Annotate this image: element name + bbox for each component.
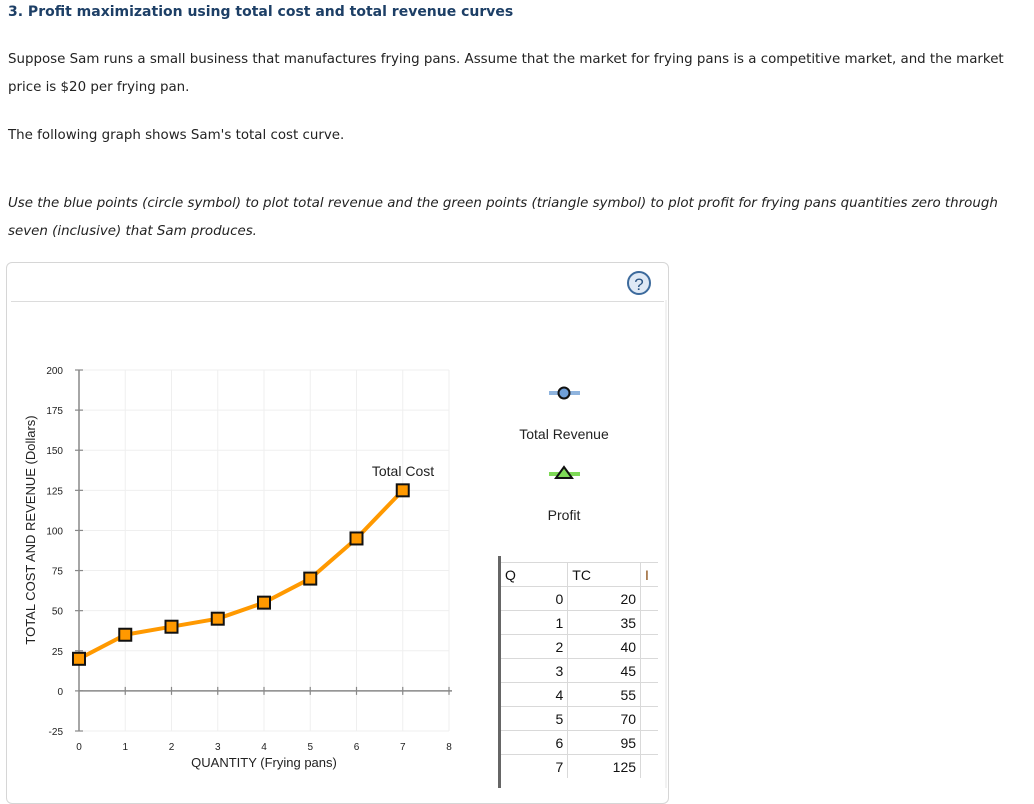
x-tick-label: 2 bbox=[169, 742, 175, 753]
cell-empty[interactable] bbox=[640, 610, 658, 635]
total-cost-point[interactable] bbox=[257, 595, 271, 610]
total-cost-point[interactable] bbox=[118, 627, 133, 642]
spreadsheet-header-row: Q TC I bbox=[501, 562, 658, 587]
cell-q[interactable]: 5 bbox=[501, 706, 569, 731]
cell-q[interactable]: 3 bbox=[501, 658, 569, 683]
cell-tc[interactable]: 95 bbox=[567, 730, 642, 755]
cell-q[interactable]: 7 bbox=[501, 754, 569, 778]
y-axis-ticks: 200 175 150 125 100 75 50 25 0 -25 bbox=[46, 366, 83, 738]
header-q[interactable]: Q bbox=[501, 562, 569, 587]
cell-q[interactable]: 1 bbox=[501, 610, 569, 635]
cell-q[interactable]: 2 bbox=[501, 634, 569, 659]
x-tick-label: 6 bbox=[354, 742, 360, 753]
cell-q[interactable]: 6 bbox=[501, 730, 569, 755]
y-tick-label: -25 bbox=[49, 727, 64, 738]
y-tick-label: 100 bbox=[46, 526, 63, 537]
total-cost-point[interactable] bbox=[164, 619, 179, 634]
profit-legend-label: Profit bbox=[548, 507, 581, 523]
spreadsheet-row: 1 35 bbox=[501, 610, 658, 635]
x-tick-label: 8 bbox=[446, 742, 452, 753]
cell-tc[interactable]: 70 bbox=[567, 706, 642, 731]
spreadsheet-row: 0 20 bbox=[501, 586, 658, 611]
y-tick-label: 125 bbox=[46, 486, 63, 497]
y-tick-label: 50 bbox=[52, 607, 64, 618]
x-axis-label: QUANTITY (Frying pans) bbox=[191, 755, 337, 770]
cell-tc[interactable]: 55 bbox=[567, 682, 642, 707]
total-cost-point[interactable] bbox=[72, 651, 86, 666]
total-revenue-tool[interactable]: Total Revenue bbox=[519, 386, 609, 443]
cell-empty[interactable] bbox=[640, 658, 658, 683]
spreadsheet-row: 4 55 bbox=[501, 682, 658, 707]
total-revenue-legend-label: Total Revenue bbox=[519, 426, 609, 442]
cell-empty[interactable] bbox=[640, 706, 658, 731]
spreadsheet-row: 6 95 bbox=[501, 730, 658, 755]
cell-tc[interactable]: 20 bbox=[567, 586, 642, 611]
profit-tool[interactable]: Profit bbox=[548, 465, 581, 523]
cell-empty[interactable] bbox=[640, 682, 658, 707]
x-tick-label: 0 bbox=[76, 742, 82, 753]
spreadsheet-row: 3 45 bbox=[501, 658, 658, 683]
total-cost-point[interactable] bbox=[349, 531, 364, 546]
y-tick-label: 0 bbox=[57, 687, 63, 698]
cell-tc[interactable]: 40 bbox=[567, 634, 642, 659]
spreadsheet-row: 7 125 bbox=[501, 754, 658, 778]
cell-empty[interactable] bbox=[640, 634, 658, 659]
cell-empty[interactable] bbox=[640, 754, 658, 778]
cell-empty[interactable] bbox=[640, 586, 658, 611]
cell-empty[interactable] bbox=[640, 730, 658, 755]
y-tick-label: 200 bbox=[46, 366, 63, 377]
cell-tc[interactable]: 125 bbox=[567, 754, 642, 778]
total-cost-point[interactable] bbox=[303, 571, 318, 586]
total-cost-point[interactable] bbox=[210, 611, 225, 626]
total-cost-curve-label: Total Cost bbox=[372, 463, 434, 479]
y-tick-label: 175 bbox=[46, 406, 63, 417]
y-tick-label: 25 bbox=[52, 647, 64, 658]
total-cost-series[interactable] bbox=[72, 483, 410, 666]
header-third-column[interactable]: I bbox=[640, 562, 658, 587]
spreadsheet-table: Q TC I 0 20 1 35 2 40 3 45 4 55 5 70 6 95 7 125 bbox=[501, 562, 658, 778]
x-tick-label: 4 bbox=[261, 742, 267, 753]
cell-q[interactable]: 4 bbox=[501, 682, 569, 707]
total-cost-point[interactable] bbox=[395, 483, 410, 498]
circle-icon bbox=[557, 386, 571, 400]
y-axis-label: TOTAL COST AND REVENUE (Dollars) bbox=[23, 415, 38, 644]
cell-tc[interactable]: 45 bbox=[567, 658, 642, 683]
header-tc[interactable]: TC bbox=[567, 562, 642, 587]
grid-lines bbox=[79, 369, 450, 732]
x-tick-label: 1 bbox=[122, 742, 128, 753]
data-spreadsheet[interactable]: Q TC I 0 20 1 35 2 40 3 45 4 55 5 70 6 95 7 125 bbox=[498, 556, 658, 788]
x-tick-label: 3 bbox=[215, 742, 221, 753]
spreadsheet-row: 2 40 bbox=[501, 634, 658, 659]
y-tick-label: 150 bbox=[46, 446, 63, 457]
y-tick-label: 75 bbox=[52, 567, 64, 578]
x-tick-label: 5 bbox=[307, 742, 313, 753]
x-tick-label: 7 bbox=[400, 742, 406, 753]
cell-q[interactable]: 0 bbox=[501, 586, 569, 611]
spreadsheet-row: 5 70 bbox=[501, 706, 658, 731]
cell-tc[interactable]: 35 bbox=[567, 610, 642, 635]
axes bbox=[78, 370, 452, 731]
